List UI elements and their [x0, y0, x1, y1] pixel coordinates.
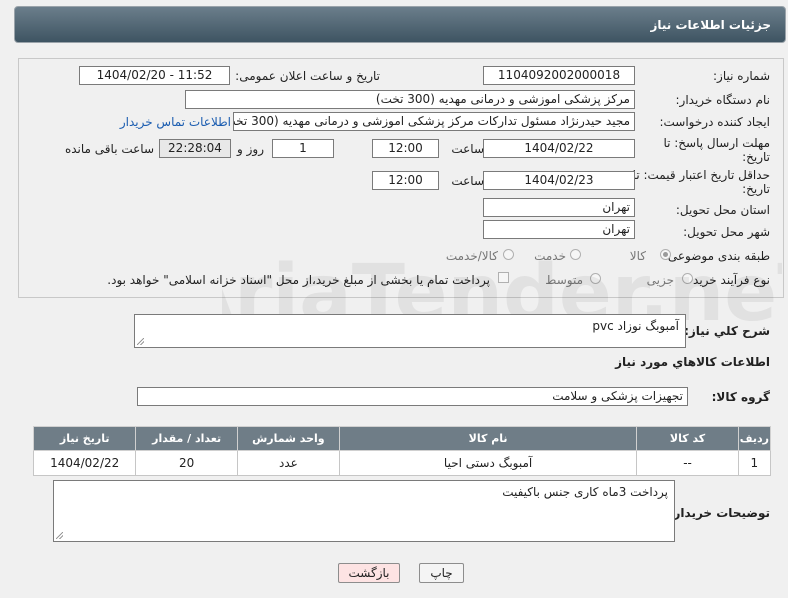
remaining-time-field: 22:28:04: [159, 139, 231, 158]
city-field[interactable]: تهران: [483, 220, 635, 239]
resize-grip-icon[interactable]: [56, 532, 63, 539]
need-number-label: شماره نیاز:: [713, 69, 770, 83]
table-row[interactable]: 1404/02/22 20 عدد آمبوبگ دستی احیا -- 1: [32, 450, 772, 476]
requester-label: ایجاد کننده درخواست:: [659, 115, 770, 129]
back-button[interactable]: بازگشت: [338, 563, 400, 583]
process-type-label: نوع فرآیند خرید :: [685, 273, 770, 287]
validity-time-field[interactable]: 12:00: [372, 171, 439, 190]
category-service-radio[interactable]: [570, 249, 581, 260]
buyer-org-label: نام دستگاه خریدار:: [675, 93, 771, 107]
col-item-code: کد کالا: [636, 426, 739, 451]
col-row-number: ردیف: [737, 426, 772, 451]
process-medium-label: متوسط: [545, 273, 583, 287]
reply-time-label: ساعت: [451, 142, 484, 156]
description-textarea[interactable]: آمبوبگ نوزاد pvc: [134, 314, 686, 348]
table-header-row: تاریخ نیاز تعداد / مقدار واحد شمارش نام …: [32, 426, 772, 451]
public-announce-field[interactable]: 1404/02/20 - 11:52: [79, 66, 230, 85]
category-label: طبقه بندی موضوعی:: [663, 249, 770, 263]
delivery-province-label: استان محل تحویل:: [675, 203, 770, 217]
cell-item-name: آمبوبگ دستی احیا: [338, 450, 638, 476]
col-need-date: تاریخ نیاز: [32, 426, 137, 451]
process-small-label: جزیی: [646, 273, 674, 287]
process-small-radio[interactable]: [682, 273, 693, 284]
buyer-notes-textarea[interactable]: پرداخت 3ماه کاری جنس باکیفیت: [53, 480, 675, 542]
category-goods-radio[interactable]: [660, 249, 671, 260]
description-title: شرح کلي نياز:: [684, 324, 770, 338]
col-quantity: تعداد / مقدار: [135, 426, 238, 451]
cell-item-code: --: [636, 450, 739, 476]
buyer-contact-link[interactable]: اطلاعات تماس خریدار: [120, 115, 231, 129]
validity-time-label: ساعت: [451, 174, 484, 188]
reply-date-field[interactable]: 1404/02/22: [483, 139, 635, 158]
buyer-org-field[interactable]: مرکز پزشکی اموزشی و درمانی مهدیه (300 تخ…: [185, 90, 635, 109]
requester-field[interactable]: مجید حیدرنژاد مسئول تدارکات مرکز پزشکی ا…: [233, 112, 635, 131]
category-goods-label: کالا: [629, 249, 646, 263]
print-button[interactable]: چاپ: [419, 563, 464, 583]
buyer-notes-text: پرداخت 3ماه کاری جنس باکیفیت: [502, 485, 668, 499]
payment-note: پرداخت تمام یا بخشی از مبلغ خرید،از محل …: [107, 273, 490, 287]
goods-group-label: گروه کالا:: [711, 390, 770, 404]
category-goods-service-radio[interactable]: [503, 249, 514, 260]
cell-row-number: 1: [737, 450, 772, 476]
items-table: تاریخ نیاز تعداد / مقدار واحد شمارش نام …: [32, 426, 772, 476]
remaining-label: ساعت باقی مانده: [64, 142, 154, 156]
cell-need-date: 1404/02/22: [32, 450, 137, 476]
days-and-label: روز و: [237, 142, 264, 156]
goods-group-field[interactable]: تجهیزات پزشکی و سلامت: [137, 387, 688, 406]
resize-grip-icon[interactable]: [137, 338, 144, 345]
treasury-payment-checkbox[interactable]: [498, 272, 509, 283]
days-field[interactable]: 1: [272, 139, 334, 158]
need-number-field[interactable]: 1104092002000018: [483, 66, 635, 85]
goods-info-title: اطلاعات کالاهاي مورد نياز: [615, 355, 770, 369]
page-title: جزئیات اطلاعات نیاز: [650, 18, 771, 32]
buyer-notes-label: توضیحات خریدار:: [668, 506, 770, 520]
cell-unit: عدد: [236, 450, 340, 476]
validity-date-field[interactable]: 1404/02/23: [483, 171, 635, 190]
process-medium-radio[interactable]: [590, 273, 601, 284]
delivery-city-label: شهر محل تحویل:: [683, 225, 770, 239]
province-field[interactable]: تهران: [483, 198, 635, 217]
category-goods-service-label: کالا/خدمت: [445, 249, 498, 263]
reply-time-field[interactable]: 12:00: [372, 139, 439, 158]
description-text: آمبوبگ نوزاد pvc: [592, 319, 679, 333]
category-service-label: خدمت: [534, 249, 566, 263]
col-unit: واحد شمارش: [236, 426, 340, 451]
public-announce-label: تاریخ و ساعت اعلان عمومی:: [235, 69, 380, 83]
col-item-name: نام کالا: [338, 426, 638, 451]
cell-quantity: 20: [135, 450, 238, 476]
reply-deadline-label: مهلت ارسال پاسخ: تا تاریخ:: [663, 136, 770, 164]
price-validity-label: حداقل تاریخ اعتبار قیمت: تا تاریخ:: [632, 168, 770, 196]
page-header: جزئیات اطلاعات نیاز: [14, 6, 786, 43]
